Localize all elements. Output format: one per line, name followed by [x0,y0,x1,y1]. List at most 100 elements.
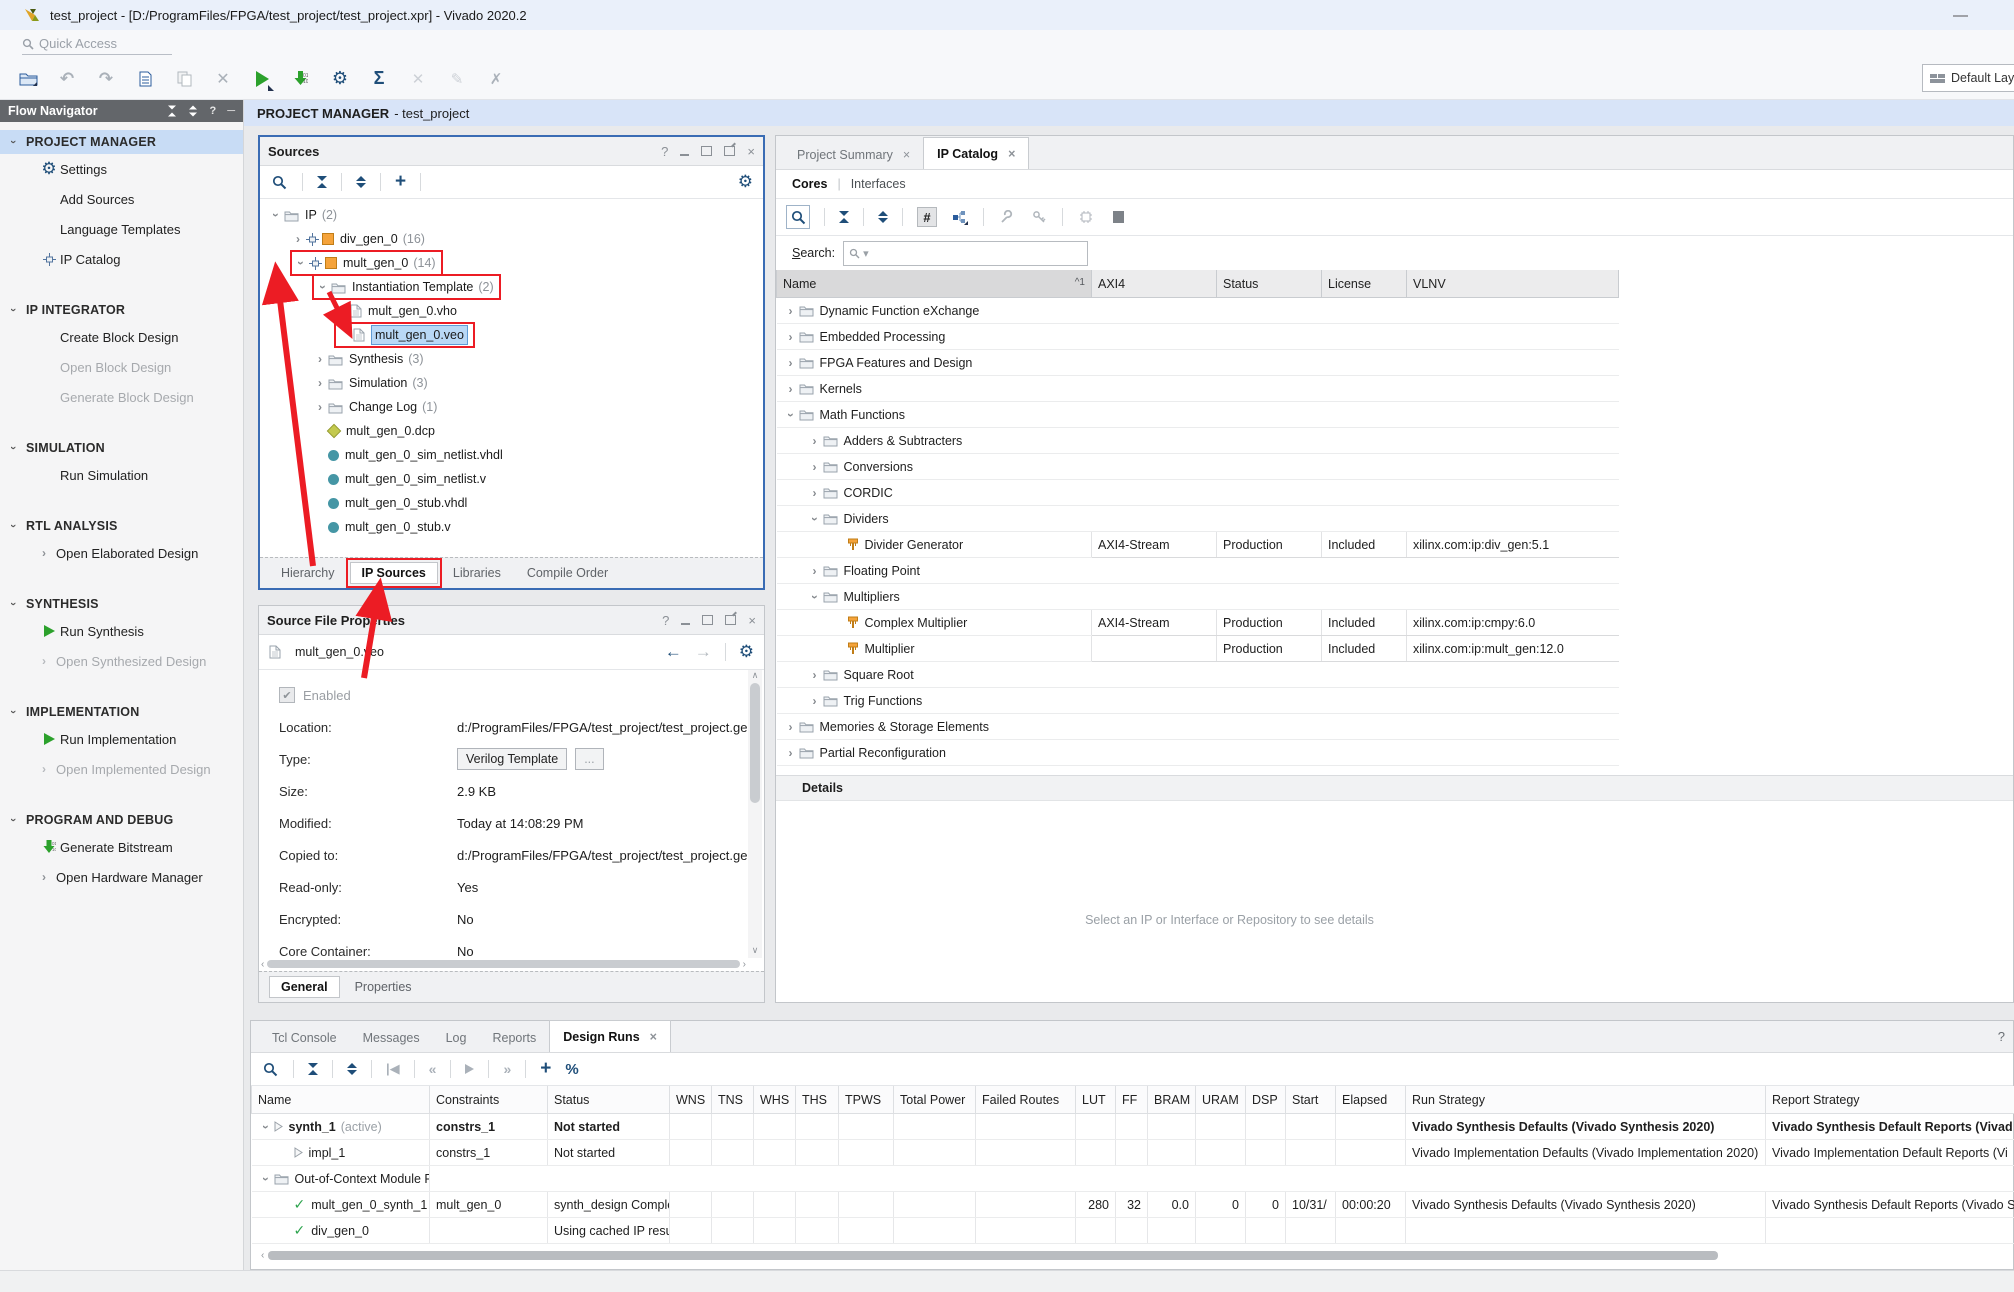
more-options-button[interactable]: ... [575,748,603,770]
runs-column-total-power[interactable]: Total Power [894,1086,976,1114]
flow-item-generate-bitstream[interactable]: 0110Generate Bitstream [0,832,243,862]
bottom-tab-messages[interactable]: Messages [350,1024,433,1052]
expand-chevron-icon[interactable]: › [783,330,799,344]
license-key-icon[interactable] [1030,208,1048,226]
catalog-row[interactable]: ›Kernels [777,376,1619,402]
flow-item-settings[interactable]: ⚙Settings [0,154,243,184]
group-by-filter-icon[interactable]: # [917,207,937,227]
edit-pen-button[interactable]: ✎ [447,69,467,89]
panel-maximize-icon[interactable] [701,146,712,156]
expand-chevron-icon[interactable]: › [807,486,823,500]
catalog-row[interactable]: MultiplierProductionIncludedxilinx.com:i… [777,636,1619,662]
cancel-run-button[interactable]: ✕ [408,69,428,89]
catalog-row[interactable]: Complex MultiplierAXI4-StreamProductionI… [777,610,1619,636]
runs-column-whs[interactable]: WHS [754,1086,796,1114]
horizontal-scrollbar[interactable]: ‹› [261,958,746,970]
tree-row[interactable]: ›mult_gen_0(14) [260,251,763,275]
quick-access-input[interactable]: Quick Access [22,33,172,55]
catalog-row[interactable]: ›CORDIC [777,480,1619,506]
panel-help-icon[interactable]: ? [661,144,668,159]
runs-column-ths[interactable]: THS [796,1086,839,1114]
collapse-chevron-icon[interactable]: › [259,1171,273,1187]
catalog-row[interactable]: ›Dynamic Function eXchange [777,298,1619,324]
expand-chevron-icon[interactable]: › [807,668,823,682]
flow-section-implementation[interactable]: ›IMPLEMENTATION [0,700,243,724]
sources-settings-gear-icon[interactable]: ⚙ [738,172,753,192]
tab-libraries[interactable]: Libraries [442,563,512,583]
expand-chevron-icon[interactable]: › [807,564,823,578]
clear-marker-button[interactable]: ✗ [486,69,506,89]
copy-button[interactable] [174,69,194,89]
back-arrow-icon[interactable]: ← [665,642,682,662]
run-button[interactable] [252,69,272,89]
catalog-row[interactable]: ›Floating Point [777,558,1619,584]
redo-button[interactable]: ↷ [96,69,116,89]
runs-column-tns[interactable]: TNS [712,1086,754,1114]
expand-chevron-icon[interactable]: › [312,400,328,414]
tree-row[interactable]: mult_gen_0_stub.v [260,515,763,539]
column-header-axi4[interactable]: AXI4 [1092,270,1217,298]
tab-properties[interactable]: Properties [344,977,423,997]
catalog-row[interactable]: ›Adders & Subtracters [777,428,1619,454]
tree-row[interactable]: ›Simulation(3) [260,371,763,395]
properties-panel-header[interactable]: Source File Properties ? × [259,606,764,635]
runs-column-status[interactable]: Status [548,1086,670,1114]
runs-column-constraints[interactable]: Constraints [430,1086,548,1114]
flow-section-ip-integrator[interactable]: ›IP INTEGRATOR [0,298,243,322]
properties-settings-gear-icon[interactable]: ⚙ [739,642,754,662]
expand-chevron-icon[interactable]: › [290,232,306,246]
panel-close-icon[interactable]: × [747,144,755,159]
design-run-row[interactable]: ✓div_gen_0Using cached IP results [252,1218,2014,1244]
flow-item-run-simulation[interactable]: Run Simulation [0,460,243,490]
column-header-status[interactable]: Status [1217,270,1322,298]
tree-row[interactable]: ›div_gen_0(16) [260,227,763,251]
close-tab-icon[interactable]: × [650,1030,657,1044]
panel-minimize-icon[interactable] [680,154,689,156]
percent-icon[interactable]: % [565,1061,578,1078]
runs-header-row[interactable]: NameConstraintsStatusWNSTNSWHSTHSTPWSTot… [252,1086,2014,1114]
expand-chevron-icon[interactable]: › [312,352,328,366]
runs-column-tpws[interactable]: TPWS [839,1086,894,1114]
design-run-row[interactable]: ›synth_1(active)constrs_1Not startedViva… [252,1114,2014,1140]
editor-tab-project-summary[interactable]: Project Summary× [784,141,923,169]
panel-maximize-icon[interactable] [702,615,713,625]
expand-chevron-icon[interactable]: › [783,304,799,318]
flow-section-simulation[interactable]: ›SIMULATION [0,436,243,460]
runs-column-elapsed[interactable]: Elapsed [1336,1086,1406,1114]
ip-hierarchy-icon[interactable] [951,208,969,226]
flow-item-run-synthesis[interactable]: Run Synthesis [0,616,243,646]
tree-row[interactable]: ›IP(2) [260,203,763,227]
sum-reports-button[interactable]: Σ [369,69,389,89]
expand-chevron-icon[interactable]: › [783,746,799,760]
run-play-icon[interactable] [465,1062,474,1077]
flow-item-language-templates[interactable]: Language Templates [0,214,243,244]
chip-icon[interactable] [1077,208,1095,226]
runs-column-wns[interactable]: WNS [670,1086,712,1114]
runs-column-bram[interactable]: BRAM [1148,1086,1196,1114]
runs-column-dsp[interactable]: DSP [1246,1086,1286,1114]
open-project-button[interactable] [18,69,38,89]
collapse-chevron-icon[interactable]: › [259,1119,273,1135]
collapse-chevron-icon[interactable]: › [294,255,308,271]
runs-column-run-strategy[interactable]: Run Strategy [1406,1086,1766,1114]
customize-ip-wrench-icon[interactable] [998,208,1016,226]
expand-all-icon[interactable] [878,211,888,223]
collapse-all-icon[interactable] [317,176,327,188]
layout-selector-button[interactable]: Default Layout [1922,64,2014,92]
bottom-tab-design-runs[interactable]: Design Runs× [549,1020,671,1052]
runs-column-ff[interactable]: FF [1116,1086,1148,1114]
search-icon[interactable] [786,205,810,229]
design-run-row[interactable]: ›Out-of-Context Module Runs [252,1166,2014,1192]
tree-row[interactable]: mult_gen_0_sim_netlist.v [260,467,763,491]
flow-item-open-hardware-manager[interactable]: ›Open Hardware Manager [0,862,243,892]
collapse-all-icon[interactable] [839,211,849,223]
catalog-row[interactable]: ›Square Root [777,662,1619,688]
tree-row[interactable]: ›Change Log(1) [260,395,763,419]
flow-item-ip-catalog[interactable]: IP Catalog [0,244,243,274]
catalog-row[interactable]: ›Memories & Storage Elements [777,714,1619,740]
step-forward-icon[interactable]: » [503,1061,511,1077]
minimize-window-icon[interactable]: — [1953,7,1968,24]
runs-column-report-strategy[interactable]: Report Strategy [1766,1086,2014,1114]
flow-section-synthesis[interactable]: ›SYNTHESIS [0,592,243,616]
catalog-row[interactable]: ›Multipliers [777,584,1619,610]
